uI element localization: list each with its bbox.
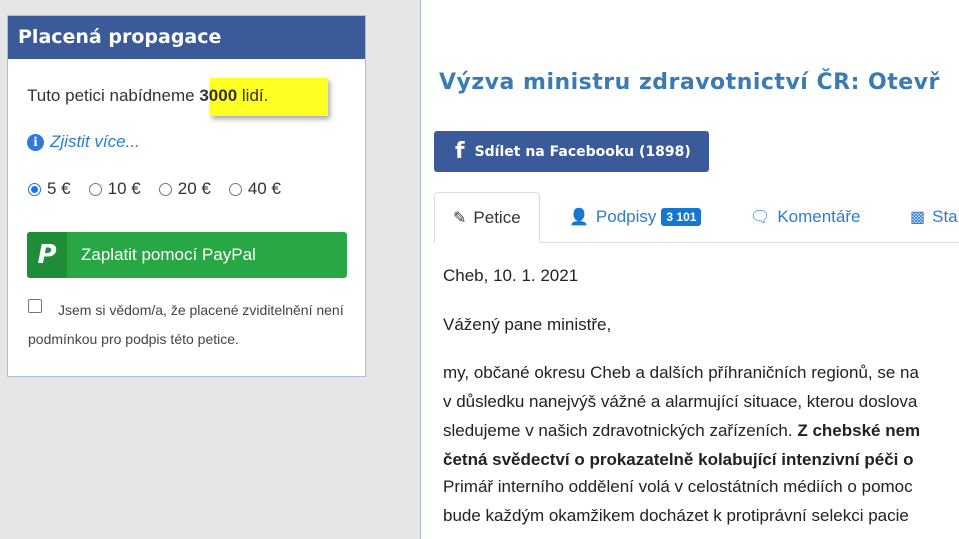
signature-count-badge: 3 101 <box>661 208 702 226</box>
amount-option-5[interactable]: 5 € <box>28 179 71 199</box>
consent-text: Jsem si vědom/a, že placené zviditelnění… <box>28 302 344 347</box>
amount-option-20[interactable]: 20 € <box>158 179 211 199</box>
user-icon: 👤 <box>569 209 589 226</box>
amount-radio[interactable] <box>228 182 242 196</box>
body-bold-text: Z chebské nem <box>797 421 921 440</box>
body-line: my, občané okresu Cheb a dalších příhran… <box>443 363 919 382</box>
salutation: Vážený pane ministře, <box>443 315 612 334</box>
info-icon: i <box>27 133 44 151</box>
learn-more-link[interactable]: i Zjistit více... <box>27 132 140 152</box>
body-text: sledujeme v našich zdravotnických zaříze… <box>443 421 793 440</box>
consent-row: Jsem si vědom/a, že placené zviditelnění… <box>28 296 348 354</box>
amount-options: 5 € 10 € 20 € 40 € <box>28 179 299 199</box>
tab-label: Podpisy <box>595 207 657 226</box>
pencil-icon: ✎ <box>453 209 467 227</box>
body-line: Primář interního oddělení volá v celostá… <box>443 477 913 496</box>
learn-more-label[interactable]: Zjistit více... <box>50 132 140 152</box>
offer-suffix: lidí. <box>241 86 269 105</box>
body-line: bude každým okamžikem docházet k protipr… <box>443 506 909 525</box>
offer-text: Tuto petici nabídneme 3000 lidí. <box>27 86 268 106</box>
body-line: v důsledku nanejvýš vážné a alarmující s… <box>443 392 918 411</box>
amount-radio[interactable] <box>158 182 172 196</box>
tab-label: Sta <box>932 207 958 226</box>
offer-prefix: Tuto petici nabídneme <box>27 86 195 105</box>
paypal-button[interactable]: P Zaplatit pomocí PayPal <box>27 232 347 278</box>
dateline: Cheb, 10. 1. 2021 <box>443 266 579 285</box>
paid-promotion-panel: Placená propagace Tuto petici nabídneme … <box>7 15 366 377</box>
amount-radio[interactable] <box>88 182 102 196</box>
facebook-icon: f <box>455 139 465 164</box>
body-line-bold: četná svědectví o prokazatelně kolabujíc… <box>443 450 914 469</box>
amount-label: 10 € <box>107 179 141 198</box>
tab-podpisy[interactable]: 👤 Podpisy 3 101 <box>569 192 702 242</box>
tab-komentare[interactable]: 🗨 Komentáře <box>750 192 860 242</box>
amount-label: 5 € <box>47 179 71 198</box>
amount-label: 20 € <box>177 179 211 198</box>
tab-label: Komentáře <box>777 207 861 226</box>
tab-petice[interactable]: ✎ Petice <box>434 192 540 243</box>
amount-option-40[interactable]: 40 € <box>228 179 281 199</box>
facebook-share-label: Sdílet na Facebooku (1898) <box>474 143 691 160</box>
paypal-icon: P <box>27 232 67 278</box>
petition-main: Výzva ministru zdravotnictví ČR: Otevř f… <box>420 0 959 539</box>
tab-statistiky[interactable]: ▩ Sta <box>910 192 958 242</box>
offer-count: 3000 <box>199 86 238 105</box>
paypal-label: Zaplatit pomocí PayPal <box>81 245 256 264</box>
panel-title: Placená propagace <box>8 16 365 59</box>
petition-tabs: ✎ Petice 👤 Podpisy 3 101 🗨 Komentáře ▩ S… <box>434 192 959 243</box>
tab-label: Petice <box>473 207 521 227</box>
petition-title: Výzva ministru zdravotnictví ČR: Otevř <box>439 70 940 95</box>
amount-label: 40 € <box>247 179 281 198</box>
body-line: sledujeme v našich zdravotnických zaříze… <box>443 421 920 441</box>
consent-checkbox[interactable] <box>28 299 42 313</box>
bar-chart-icon: ▩ <box>910 209 926 226</box>
comments-icon: 🗨 <box>750 209 771 226</box>
amount-radio[interactable] <box>28 182 41 196</box>
amount-option-10[interactable]: 10 € <box>88 179 141 199</box>
facebook-share-button[interactable]: f Sdílet na Facebooku (1898) <box>434 131 709 172</box>
